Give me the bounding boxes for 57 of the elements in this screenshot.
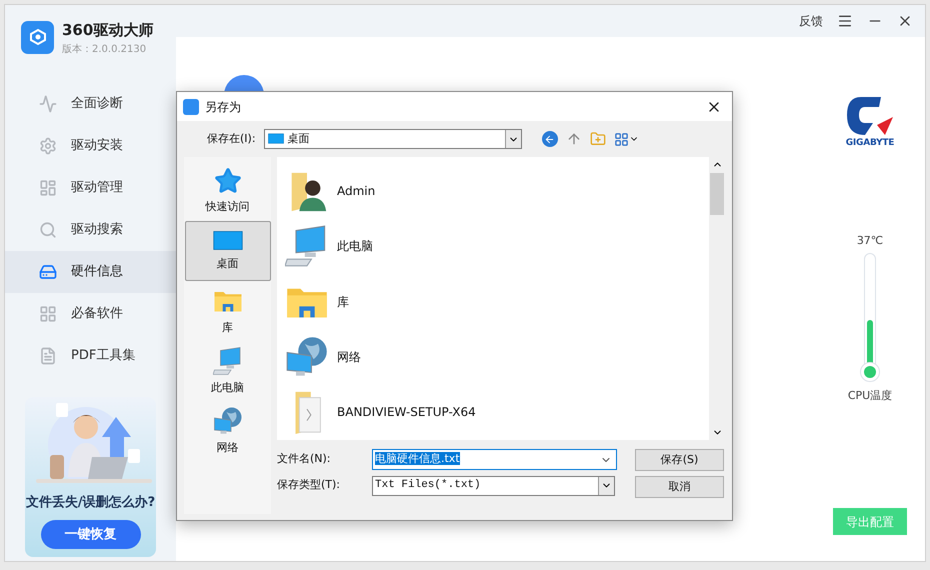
- app-name: 360驱动大师: [62, 20, 154, 41]
- sidebar-item[interactable]: 必备软件: [5, 292, 176, 334]
- sidebar-item[interactable]: PDF工具集: [5, 334, 176, 376]
- back-button[interactable]: [542, 131, 558, 147]
- version-text: 版本：2.0.0.2130: [62, 42, 148, 56]
- places-item[interactable]: 桌面: [184, 221, 270, 281]
- file-item[interactable]: 此电脑: [277, 218, 709, 274]
- grid-icon: [614, 132, 629, 146]
- back-arrow-icon: [544, 134, 556, 144]
- cancel-button[interactable]: 取消: [635, 476, 724, 498]
- filetype-label: 保存类型(T):: [277, 477, 342, 494]
- file-item[interactable]: 库: [277, 274, 709, 330]
- dialog-title: 另存为: [205, 98, 241, 116]
- sidebar-item[interactable]: 驱动管理: [5, 166, 176, 208]
- desktop-icon: [212, 230, 242, 252]
- drive-icon: [39, 262, 57, 280]
- search-icon: [39, 220, 57, 238]
- app-logo-icon: [183, 98, 199, 114]
- save-in-label: 保存在(I):: [207, 130, 256, 147]
- network-icon: [212, 406, 242, 436]
- document-icon: [39, 346, 57, 364]
- filename-field[interactable]: 电脑硬件信息.txt: [372, 449, 617, 470]
- recover-button[interactable]: 一键恢复: [40, 520, 140, 549]
- view-menu-button[interactable]: [614, 132, 639, 146]
- gear-icon: [39, 136, 57, 154]
- file-item[interactable]: BANDIVIEW-SETUP-X64: [277, 384, 709, 440]
- feedback-link[interactable]: 反馈: [799, 12, 823, 30]
- sidebar-item[interactable]: 硬件信息: [5, 250, 176, 292]
- computer-icon: [212, 346, 242, 376]
- scroll-thumb[interactable]: [710, 173, 724, 215]
- sidebar-item[interactable]: 驱动搜索: [5, 208, 176, 250]
- sidebar-item[interactable]: 驱动安装: [5, 124, 176, 166]
- up-folder-icon[interactable]: [566, 131, 582, 147]
- thermometer-bulb: [864, 366, 876, 378]
- g-logo-icon: [845, 95, 895, 137]
- app-logo-icon: [21, 21, 54, 54]
- filename-label: 文件名(N):: [277, 451, 332, 468]
- cpu-temperature-label: CPU温度: [848, 388, 892, 404]
- places-item[interactable]: 库: [184, 281, 270, 341]
- dashboard-icon: [39, 178, 57, 196]
- sidebar-item[interactable]: 全面诊断: [5, 82, 176, 124]
- menu-icon[interactable]: [837, 13, 853, 29]
- brand-name: GIGABYTE: [846, 137, 894, 150]
- star-icon: [214, 166, 242, 195]
- file-item[interactable]: Admin: [277, 163, 709, 218]
- grid-icon: [39, 304, 57, 322]
- places-item[interactable]: 网络: [184, 401, 270, 461]
- file-item[interactable]: 网络: [277, 329, 709, 385]
- chart-icon: [39, 94, 57, 112]
- desktop-icon: [268, 133, 284, 145]
- save-in-dropdown[interactable]: 桌面: [264, 129, 522, 149]
- places-item[interactable]: 此电脑: [184, 341, 270, 401]
- temperature-reading: 37℃: [856, 232, 884, 248]
- filetype-dropdown[interactable]: Txt Files(*.txt): [372, 476, 615, 496]
- save-button[interactable]: 保存(S): [635, 449, 724, 471]
- places-item[interactable]: 快速访问: [184, 161, 270, 221]
- promo-title: 文件丢失/误删怎么办?: [26, 494, 156, 512]
